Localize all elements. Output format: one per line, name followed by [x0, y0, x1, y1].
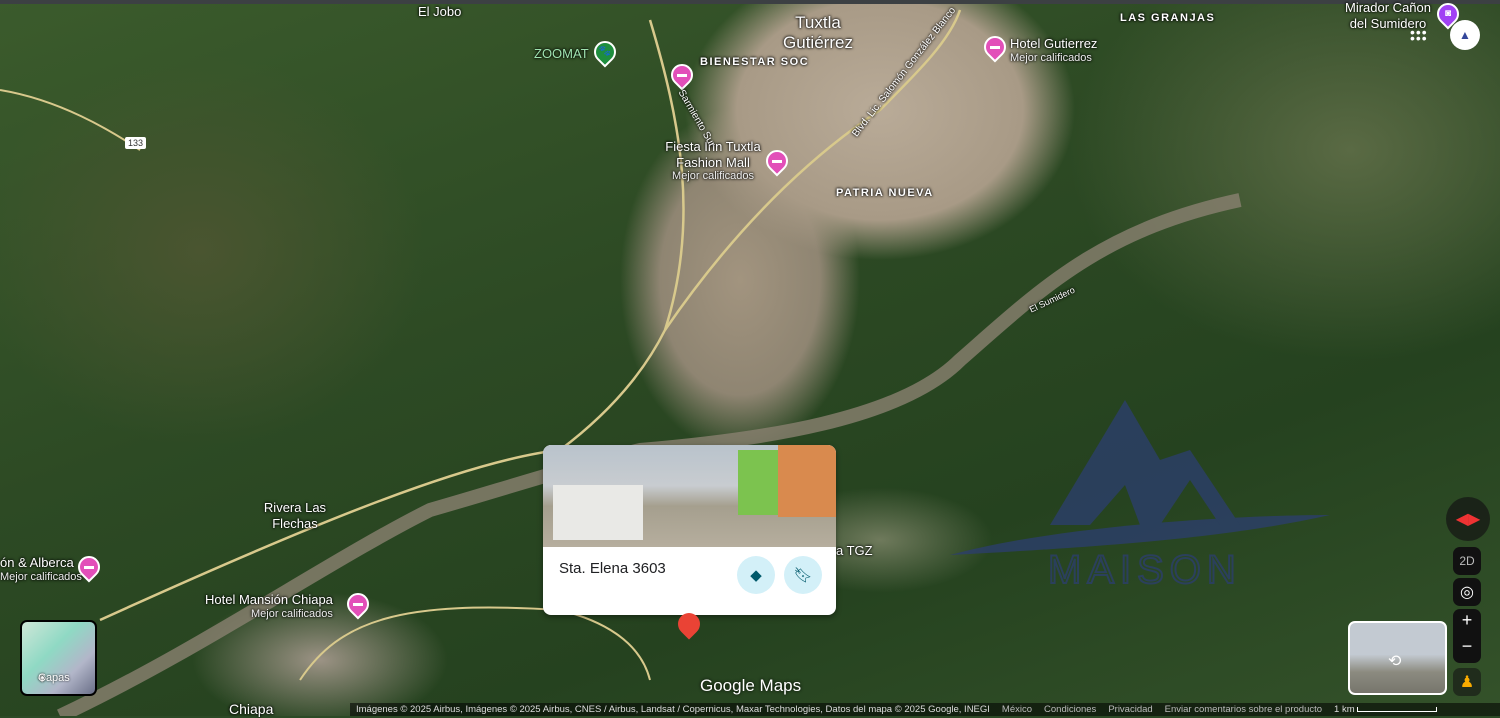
svg-text:MAISON: MAISON	[1048, 548, 1242, 592]
terms-link[interactable]: Condiciones	[1044, 704, 1096, 715]
place-photo[interactable]	[543, 445, 836, 547]
zoom-in-button[interactable]: +	[1462, 610, 1473, 636]
rotate-360-icon: ⟲	[1388, 653, 1402, 670]
pegman-icon[interactable]: ♟	[1453, 668, 1481, 696]
layers-button[interactable]: ◈ Capas	[20, 620, 97, 696]
map-label: BIENESTAR SOC	[700, 56, 810, 68]
map-label: LAS GRANJAS	[1120, 12, 1216, 24]
street-view-thumbnail[interactable]: ⟲	[1348, 621, 1447, 695]
maison-watermark-logo: MAISON	[940, 395, 1340, 600]
attribution-bar: Imágenes © 2025 Airbus, Imágenes © 2025 …	[350, 703, 1500, 716]
route-shield: 133	[125, 137, 147, 149]
country-link[interactable]: México	[1002, 704, 1032, 715]
my-location-button[interactable]: ◎	[1453, 578, 1481, 606]
map-label: ZOOMAT	[534, 46, 589, 61]
directions-icon: ◆	[750, 567, 762, 584]
save-button[interactable]: 🔖︎	[784, 556, 822, 594]
map-label: El Jobo	[418, 4, 462, 19]
map-label: Rivera Las Flechas	[263, 500, 327, 531]
zoom-control: + −	[1453, 609, 1481, 663]
top-border	[0, 0, 1500, 4]
bookmark-icon: 🔖︎	[793, 567, 813, 584]
privacy-link[interactable]: Privacidad	[1108, 704, 1152, 715]
2d-toggle-button[interactable]: 2D	[1453, 547, 1481, 575]
place-title: Sta. Elena 3603	[559, 560, 666, 577]
account-avatar[interactable]: ▲	[1450, 20, 1480, 50]
hotel-label[interactable]: Hotel Gutierrez Mejor calificados	[1010, 36, 1097, 65]
imagery-credits: Imágenes © 2025 Airbus, Imágenes © 2025 …	[356, 704, 990, 715]
zoom-out-button[interactable]: −	[1462, 636, 1473, 662]
compass-icon: ◀▶	[1455, 511, 1481, 528]
apps-grid-icon[interactable]: ••• •••	[1410, 25, 1428, 45]
map-label: a TGZ	[836, 543, 873, 558]
hotel-label[interactable]: ón & Alberca Mejor calificados	[0, 555, 82, 584]
hotel-label[interactable]: Hotel Mansión Chiapa Mejor calificados	[205, 592, 333, 621]
map-label: Chiapa	[229, 701, 274, 717]
compass-button[interactable]: ◀▶	[1446, 497, 1490, 541]
scale-bar[interactable]: 1 km	[1334, 704, 1438, 715]
city-label: Tuxtla Gutiérrez	[783, 13, 853, 53]
location-icon: ◎	[1460, 584, 1474, 601]
place-card[interactable]: Sta. Elena 3603 ◆ 🔖︎	[543, 445, 836, 615]
map-label: PATRIA NUEVA	[836, 187, 934, 199]
directions-button[interactable]: ◆	[737, 556, 775, 594]
feedback-link[interactable]: Enviar comentarios sobre el producto	[1165, 704, 1322, 715]
google-maps-logo: Google Maps	[700, 676, 802, 695]
